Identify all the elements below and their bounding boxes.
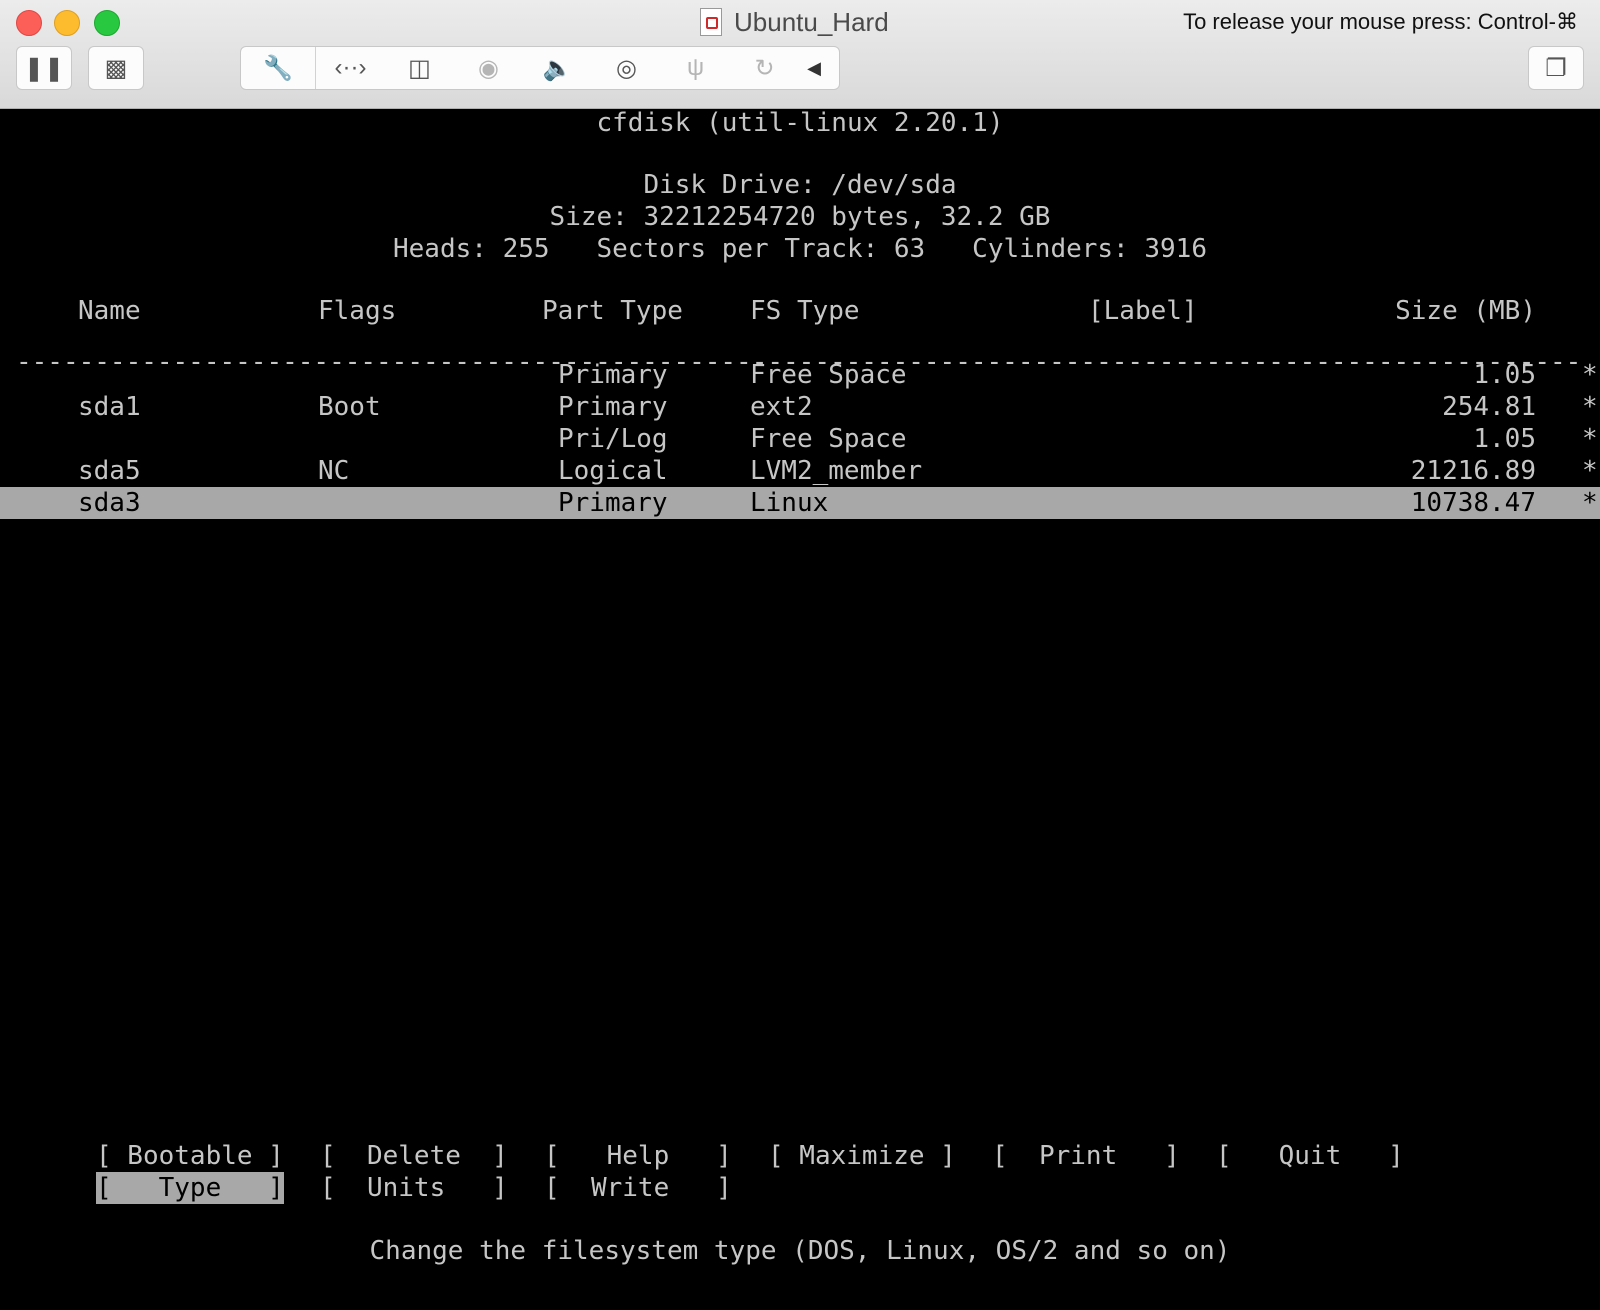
partition-marker: * <box>1582 456 1598 486</box>
zoom-window-button[interactable] <box>94 10 120 36</box>
status-help-text: Change the filesystem type (DOS, Linux, … <box>369 1236 1231 1266</box>
partition-part-type: Primary <box>558 360 668 390</box>
fullscreen-icon: ❐ <box>1545 54 1567 82</box>
partition-part-type: Logical <box>558 456 668 486</box>
partition-fs-type: ext2 <box>750 392 813 422</box>
snapshot-icon: ▩ <box>104 54 128 82</box>
minimize-window-button[interactable] <box>54 10 80 36</box>
partition-part-type: Primary <box>558 392 668 422</box>
partition-part-type: Pri/Log <box>558 424 668 454</box>
release-mouse-hint: To release your mouse press: Control-⌘ <box>1183 9 1578 34</box>
vm-document-icon <box>700 8 722 36</box>
vm-console-screen[interactable]: cfdisk (util-linux 2.20.1) Disk Drive: /… <box>0 108 1600 1310</box>
partition-row[interactable]: Primary Free Space 1.05 * <box>0 359 1600 391</box>
pause-button[interactable]: ❚❚ <box>16 46 72 90</box>
column-size: Size (MB) <box>1395 296 1536 326</box>
partition-size: 254.81 <box>1442 392 1536 422</box>
column-flags: Flags <box>318 296 397 326</box>
partition-flags: Boot <box>318 392 381 422</box>
write-button[interactable]: [ Write ] <box>544 1172 732 1204</box>
partition-marker: * <box>1582 424 1598 454</box>
maximize-button[interactable]: [ Maximize ] <box>768 1140 956 1172</box>
close-window-button[interactable] <box>16 10 42 36</box>
partition-fs-type: Free Space <box>750 424 907 454</box>
partition-row[interactable]: Pri/Log Free Space 1.05 * <box>0 423 1600 455</box>
column-part-type: Part Type <box>542 296 683 326</box>
help-button[interactable]: [ Help ] <box>544 1140 732 1172</box>
partition-part-type: Primary <box>558 488 668 518</box>
column-label: [Label] <box>1088 296 1198 326</box>
partition-row-selected[interactable]: sda3 Primary Linux 10738.47 * <box>0 487 1600 519</box>
partition-fs-type: Linux <box>750 488 829 518</box>
cfdisk-header: cfdisk (util-linux 2.20.1) <box>596 108 1004 138</box>
type-button[interactable]: [ Type ] <box>96 1172 284 1204</box>
partition-row[interactable]: sda5 NC Logical LVM2_member 21216.89 * <box>0 455 1600 487</box>
partition-row[interactable]: sda1 Boot Primary ext2 254.81 * <box>0 391 1600 423</box>
camera-icon[interactable]: ◎ <box>592 47 661 89</box>
partition-marker: * <box>1582 488 1598 518</box>
optical-drive-icon[interactable]: ◉ <box>454 47 523 89</box>
partition-size: 1.05 <box>1473 360 1536 390</box>
partition-fs-type: Free Space <box>750 360 907 390</box>
hard-disk-icon[interactable]: ◫ <box>385 47 454 89</box>
network-icon[interactable]: ‹··› <box>316 47 385 89</box>
partition-marker: * <box>1582 392 1598 422</box>
partition-name: sda3 <box>78 488 141 518</box>
sharing-icon[interactable]: ↻ <box>730 47 799 89</box>
snapshot-button[interactable]: ▩ <box>88 46 144 90</box>
sound-icon[interactable]: 🔈 <box>523 47 592 89</box>
print-button[interactable]: [ Print ] <box>992 1140 1180 1172</box>
settings-wrench-icon[interactable]: 🔧 <box>241 47 316 89</box>
partition-name: sda5 <box>78 456 141 486</box>
partition-flags: NC <box>318 456 350 486</box>
units-button[interactable]: [ Units ] <box>320 1172 508 1204</box>
partition-marker: * <box>1582 360 1598 390</box>
partition-size: 10738.47 <box>1410 488 1536 518</box>
disk-size-line: Size: 32212254720 bytes, 32.2 GB <box>549 202 1051 232</box>
partition-name: sda1 <box>78 392 141 422</box>
quit-button[interactable]: [ Quit ] <box>1216 1140 1404 1172</box>
column-name: Name <box>78 296 141 326</box>
usb-icon[interactable]: ψ <box>661 47 730 89</box>
disk-drive-line: Disk Drive: /dev/sda <box>643 170 957 200</box>
delete-button[interactable]: [ Delete ] <box>320 1140 508 1172</box>
window-title-area: Ubuntu_Hard <box>700 7 889 37</box>
partition-fs-type: LVM2_member <box>750 456 923 486</box>
fullscreen-button[interactable]: ❐ <box>1528 46 1584 90</box>
bootable-button[interactable]: [ Bootable ] <box>96 1140 284 1172</box>
window-title: Ubuntu_Hard <box>734 7 889 37</box>
column-fs-type: FS Type <box>750 296 860 326</box>
partition-size: 21216.89 <box>1410 456 1536 486</box>
collapse-arrow-icon[interactable]: ◀ <box>799 47 829 89</box>
pause-icon: ❚❚ <box>23 54 65 82</box>
window-titlebar: Ubuntu_Hard To release your mouse press:… <box>0 0 1600 109</box>
disk-geometry-line: Heads: 255 Sectors per Track: 63 Cylinde… <box>393 234 1207 264</box>
device-toolbar: 🔧 ‹··› ◫ ◉ 🔈 ◎ ψ ↻ ◀ <box>240 46 840 90</box>
partition-table-header: Name Flags Part Type FS Type [Label] Siz… <box>0 295 1600 327</box>
partition-size: 1.05 <box>1473 424 1536 454</box>
